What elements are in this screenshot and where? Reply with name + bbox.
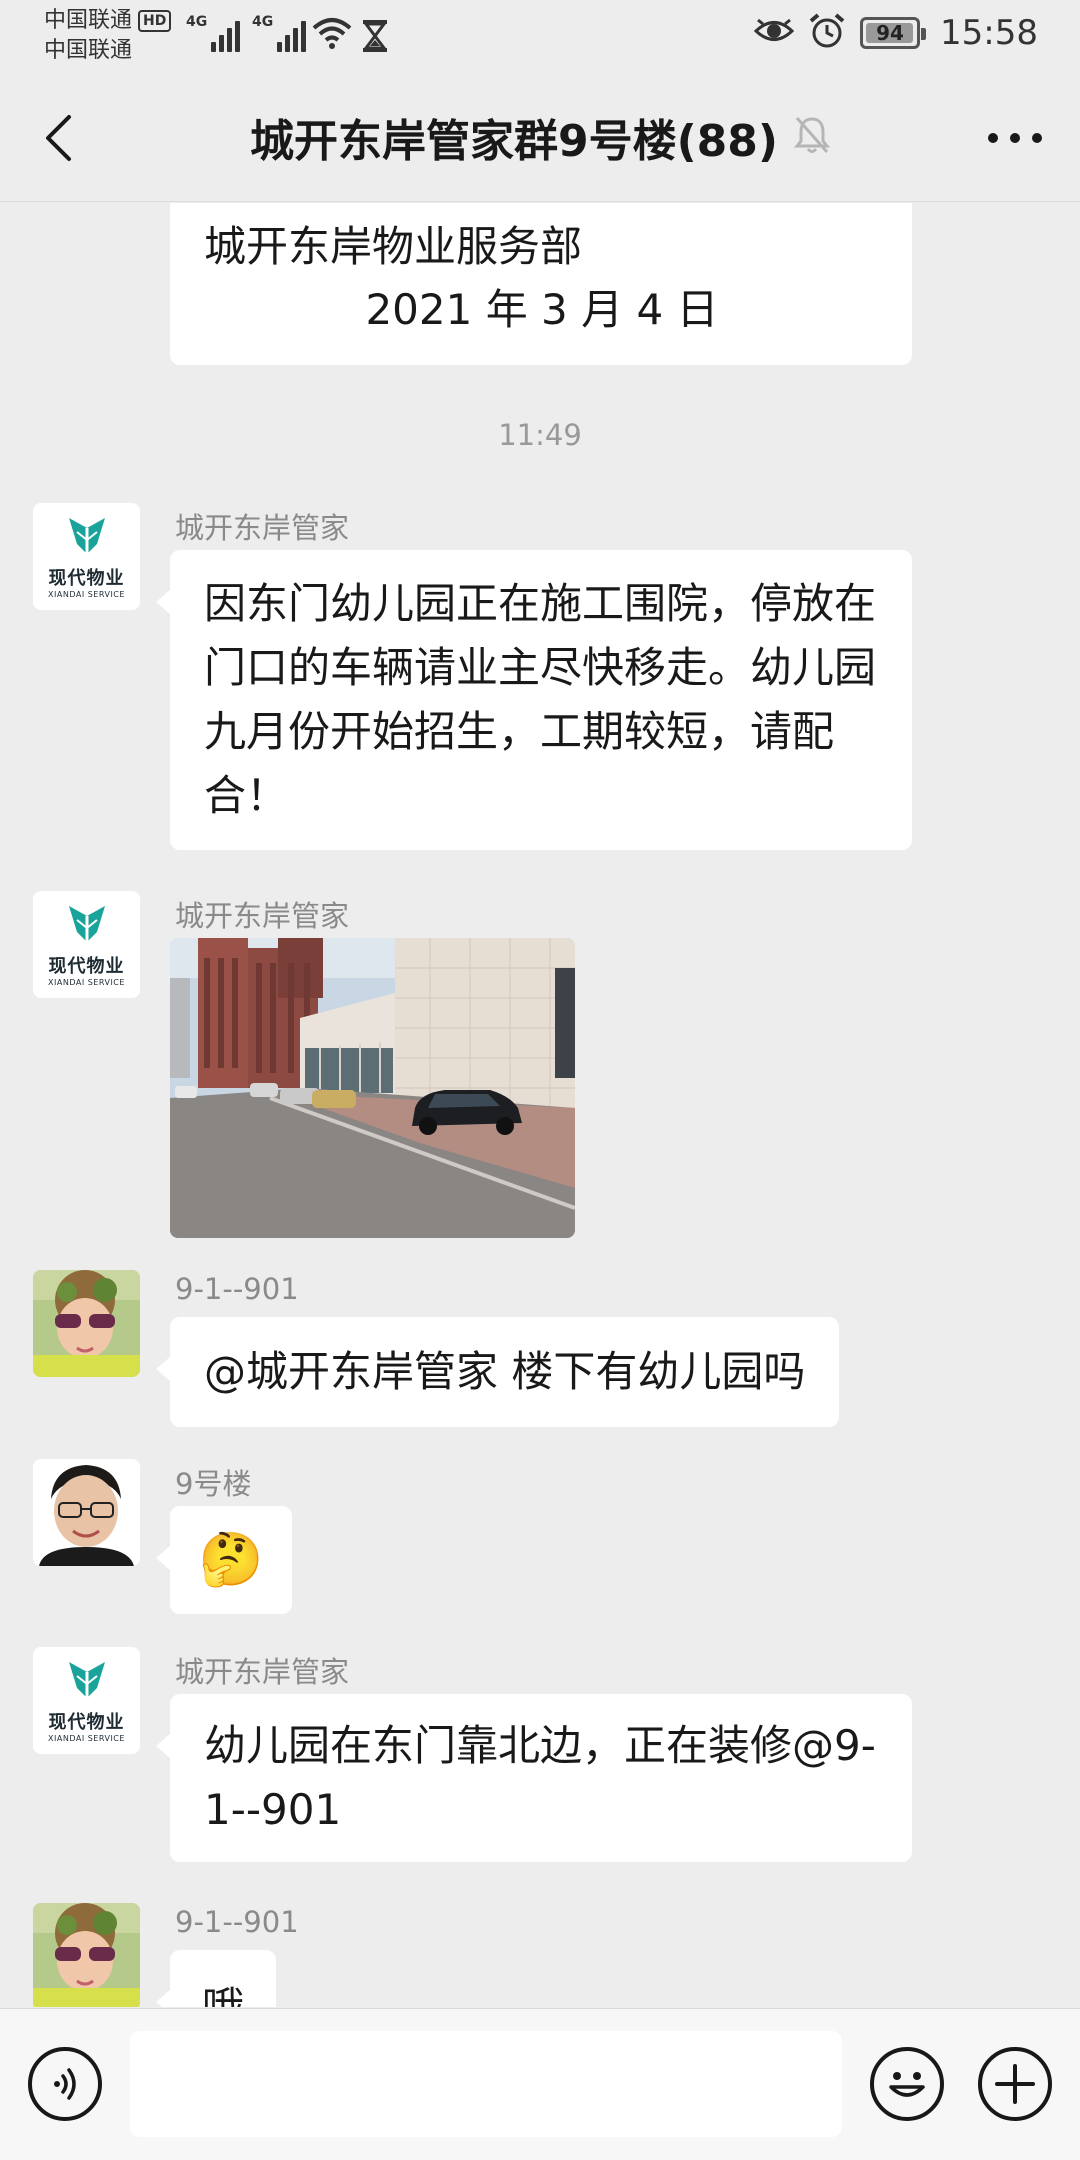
chevron-left-icon [46, 115, 71, 161]
message-bubble-notice[interactable]: 城开东岸物业服务部 2021 年 3 月 4 日 [170, 203, 912, 365]
plus-icon [995, 2064, 1035, 2104]
notice-signature: 城开东岸物业服务部 [204, 222, 583, 271]
status-bar: 中国联通 HD 中国联通 4G 4G 94 15:58 [0, 0, 1080, 72]
sender-name: 城开东岸管家 [175, 899, 350, 933]
more-icon [988, 133, 1042, 143]
avatar-logo-subtext: XIANDAI SERVICE [48, 1734, 125, 1743]
emoji-button[interactable] [870, 2047, 944, 2121]
avatar[interactable]: 现代物业 XIANDAI SERVICE [33, 891, 140, 998]
message-bubble[interactable]: 哦 [155, 1950, 277, 2007]
avatar[interactable] [33, 1270, 140, 1377]
sender-name: 城开东岸管家 [175, 1655, 350, 1689]
network-type-1: 4G [186, 14, 208, 30]
sender-name: 城开东岸管家 [175, 511, 350, 545]
chat-title: 城开东岸管家群9号楼(88) [249, 116, 779, 167]
plus-button[interactable] [978, 2047, 1052, 2121]
network-type-2: 4G [252, 14, 274, 30]
notice-date: 2021 年 3 月 4 日 [365, 285, 719, 334]
sender-name: 9号楼 [175, 1467, 252, 1501]
carrier-info: 中国联通 HD 中国联通 [44, 6, 172, 66]
avatar[interactable]: 现代物业 XIANDAI SERVICE [33, 503, 140, 610]
back-button[interactable] [30, 108, 86, 168]
avatar[interactable]: 现代物业 XIANDAI SERVICE [33, 1647, 140, 1754]
message-list[interactable]: 城开东岸物业服务部 2021 年 3 月 4 日 11:49 现代物业 XIAN… [0, 203, 1080, 2007]
emoji-icon [889, 2072, 925, 2097]
avatar-logo-text: 现代物业 [48, 956, 125, 977]
eye-icon [753, 16, 795, 50]
chat-screen: 中国联通 HD 中国联通 4G 4G 94 15:58 城开东岸管家群9号楼(8… [0, 0, 1080, 2160]
message-bubble[interactable]: @城开东岸管家 楼下有幼儿园吗 [155, 1317, 840, 1427]
sender-name: 9-1--901 [175, 1272, 299, 1306]
signal-icon: 4G [252, 14, 307, 52]
avatar-logo-subtext: XIANDAI SERVICE [48, 978, 125, 987]
message-bubble[interactable]: 因东门幼儿园正在施工围院，停放在门口的车辆请业主尽快移走。幼儿园九月份开始招生，… [156, 550, 912, 850]
message-input[interactable] [130, 2031, 842, 2137]
company-logo-icon [68, 518, 105, 554]
image-message[interactable] [170, 938, 575, 1238]
voice-icon [54, 2068, 76, 2100]
chat-header: 城开东岸管家群9号楼(88) [0, 72, 1080, 202]
alarm-icon [808, 12, 846, 54]
avatar-logo-text: 现代物业 [48, 568, 125, 589]
bell-off-icon [793, 115, 831, 159]
company-logo-icon [68, 906, 105, 942]
message-bubble-emoji[interactable]: 🤔 [156, 1506, 292, 1614]
input-bar [0, 2008, 1080, 2160]
avatar-logo-text: 现代物业 [48, 1712, 125, 1733]
more-button[interactable] [980, 108, 1050, 168]
battery-icon: 94 [860, 17, 927, 49]
status-time: 15:58 [940, 13, 1038, 53]
signal-icon: 4G [186, 14, 241, 52]
avatar[interactable] [33, 1903, 140, 2007]
message-bubble[interactable]: 幼儿园在东门靠北边，正在装修@9-1--901 [156, 1694, 912, 1862]
battery-level: 94 [876, 21, 904, 45]
wifi-icon [312, 16, 352, 54]
status-right: 94 15:58 [753, 12, 1038, 54]
avatar-logo-subtext: XIANDAI SERVICE [48, 590, 125, 599]
user-photo-avatar [33, 1459, 140, 1566]
title-area[interactable]: 城开东岸管家群9号楼(88) [140, 102, 940, 172]
time-divider: 11:49 [498, 418, 582, 452]
sender-name: 9-1--901 [175, 1905, 299, 1939]
voice-button[interactable] [28, 2047, 102, 2121]
company-logo-icon [68, 1662, 105, 1698]
avatar[interactable] [33, 1459, 140, 1566]
hourglass-icon [362, 20, 388, 56]
photo-thumbnail [170, 938, 575, 1238]
carrier-1: 中国联通 [44, 8, 133, 33]
user-photo-avatar [33, 1903, 140, 2007]
hd-badge: HD [138, 10, 172, 32]
carrier-2: 中国联通 [44, 38, 133, 63]
user-photo-avatar [33, 1270, 140, 1377]
